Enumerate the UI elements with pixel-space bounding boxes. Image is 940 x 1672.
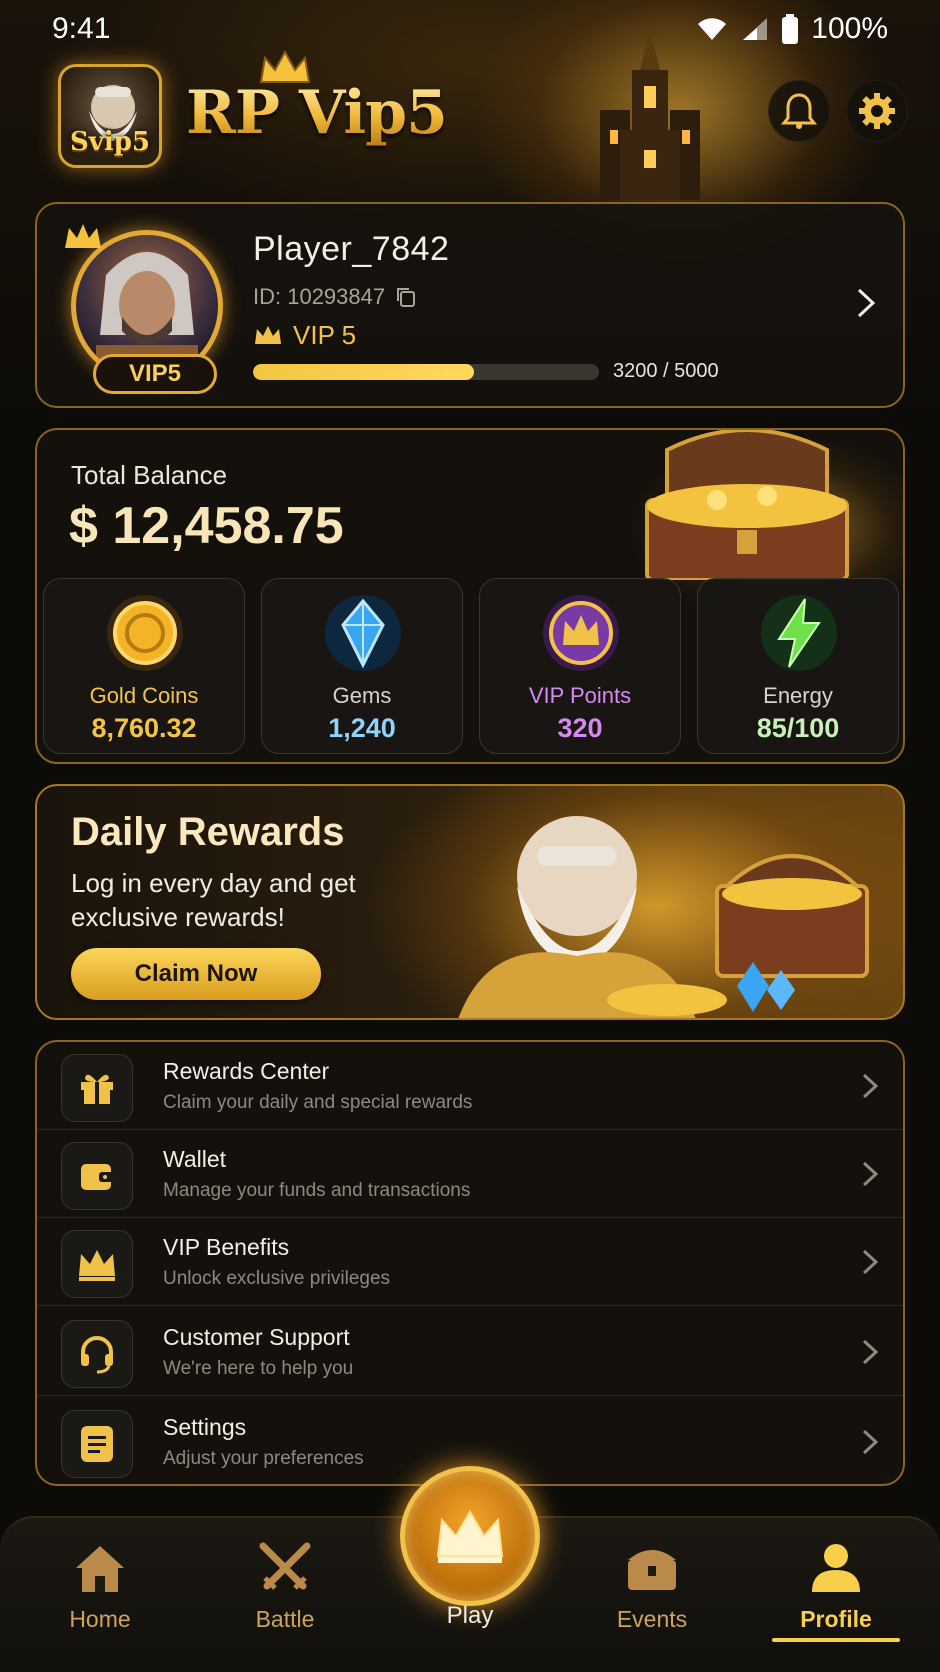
menu-subtitle: Manage your funds and transactions	[163, 1180, 471, 1201]
status-icons: 100%	[697, 12, 888, 46]
crown-icon	[436, 1510, 504, 1563]
signal-icon	[743, 18, 768, 40]
chevron-right-icon	[862, 1429, 879, 1455]
stat-label: Gold Coins	[89, 683, 199, 708]
menu-subtitle: Claim your daily and special rewards	[163, 1092, 473, 1113]
wallet-icon	[61, 1142, 133, 1210]
headset-icon	[61, 1320, 133, 1388]
menu-title: VIP Benefits	[163, 1234, 290, 1260]
chevron-right-icon	[862, 1339, 879, 1365]
vip-level: VIP 5	[253, 320, 356, 351]
chevron-right-icon	[862, 1161, 879, 1187]
menu-item-rewards-center[interactable]: Rewards Center Claim your daily and spec…	[37, 1042, 903, 1130]
stat-value: 8,760.32	[91, 713, 197, 743]
chevron-right-icon	[862, 1249, 879, 1275]
daily-rewards-subtitle: Log in every day and get exclusive rewar…	[71, 868, 356, 932]
brand-title: RP Vip5	[186, 78, 448, 148]
menu-item-vip-benefits[interactable]: VIP Benefits Unlock exclusive privileges	[37, 1218, 903, 1306]
battery-icon	[782, 14, 799, 44]
gem-icon	[325, 595, 401, 671]
profile-card[interactable]: VIP5 Player_7842 ID: 10293847 VIP 5 3200…	[35, 202, 905, 408]
vip-badge: VIP5	[93, 354, 217, 394]
document-icon	[61, 1410, 133, 1478]
avatar-crown-icon	[65, 224, 101, 248]
vip-progress-text: 3200 / 5000	[613, 360, 719, 382]
menu-list: Rewards Center Claim your daily and spec…	[35, 1040, 905, 1486]
nav-events[interactable]: Events	[582, 1538, 722, 1648]
rewards-hero-illustration	[458, 816, 869, 1018]
stat-gems[interactable]: Gems 1,240	[261, 578, 463, 754]
battery-percent: 100%	[811, 12, 888, 45]
vip-progress-fill	[253, 364, 475, 380]
nav-active-indicator	[772, 1638, 900, 1642]
menu-title: Wallet	[163, 1146, 227, 1172]
gear-icon	[859, 93, 895, 129]
status-bar: 9:41 100%	[0, 0, 940, 58]
nav-label: Home	[69, 1606, 131, 1632]
stat-label: Energy	[763, 683, 833, 708]
daily-rewards-title: Daily Rewards	[71, 810, 345, 854]
stat-label: VIP Points	[528, 683, 632, 708]
menu-item-wallet[interactable]: Wallet Manage your funds and transaction…	[37, 1130, 903, 1218]
menu-title: Settings	[163, 1414, 247, 1440]
home-icon	[76, 1546, 124, 1592]
stat-value: 320	[557, 713, 603, 743]
play-label: Play	[446, 1602, 494, 1629]
balance-card: Total Balance $ 12,458.75 Gold Coins 8,7…	[35, 428, 905, 764]
gift-icon	[61, 1054, 133, 1122]
nav-label: Battle	[255, 1606, 315, 1632]
stat-label: Gems	[332, 683, 392, 708]
wifi-icon	[698, 18, 727, 40]
stat-gold-coins[interactable]: Gold Coins 8,760.32	[43, 578, 245, 754]
menu-item-customer-support[interactable]: Customer Support We're here to help you	[37, 1308, 903, 1396]
vip-crown-icon	[543, 595, 619, 671]
nav-label: Events	[616, 1606, 688, 1632]
chevron-right-icon[interactable]	[855, 286, 877, 320]
vip-level-text: VIP 5	[293, 320, 357, 350]
player-id-text: ID: 10293847	[253, 284, 386, 309]
chevron-right-icon	[862, 1073, 879, 1099]
menu-subtitle: We're here to help you	[163, 1358, 354, 1379]
crown-icon	[255, 325, 281, 344]
balance-label: Total Balance	[71, 460, 228, 490]
balance-value: $ 12,458.75	[69, 497, 344, 555]
app-header: Svip5 RP Vip5	[0, 49, 940, 178]
nav-profile[interactable]: Profile	[766, 1538, 906, 1648]
crossed-swords-icon	[259, 1542, 311, 1590]
claim-now-button[interactable]: Claim Now	[71, 948, 321, 1000]
play-button[interactable]	[400, 1466, 540, 1606]
nav-home[interactable]: Home	[30, 1538, 170, 1648]
nav-label: Profile	[800, 1606, 872, 1632]
chest-icon	[628, 1550, 676, 1590]
stat-energy[interactable]: Energy 85/100	[697, 578, 899, 754]
bell-icon	[781, 93, 817, 129]
player-name: Player_7842	[253, 230, 450, 268]
daily-rewards-banner: Daily Rewards Log in every day and get e…	[35, 784, 905, 1020]
app-logo[interactable]: Svip5	[58, 64, 162, 168]
settings-button[interactable]	[846, 80, 908, 142]
user-icon	[812, 1544, 860, 1592]
menu-subtitle: Unlock exclusive privileges	[163, 1268, 391, 1289]
player-id: ID: 10293847	[253, 284, 417, 310]
copy-icon[interactable]	[395, 286, 417, 308]
status-time: 9:41	[52, 12, 111, 45]
stat-vip-points[interactable]: VIP Points 320	[479, 578, 681, 754]
menu-title: Rewards Center	[163, 1058, 330, 1084]
crown-icon	[61, 1230, 133, 1298]
lightning-icon	[761, 595, 837, 671]
notifications-button[interactable]	[768, 80, 830, 142]
avatar-frame: VIP5	[63, 222, 231, 394]
logo-text: Svip5	[69, 127, 151, 157]
menu-subtitle: Adjust your preferences	[163, 1448, 364, 1469]
nav-battle[interactable]: Battle	[215, 1538, 355, 1648]
stat-value: 1,240	[328, 713, 396, 743]
treasure-chest-image	[645, 430, 849, 580]
vip-progress-bar	[253, 364, 599, 380]
stat-value: 85/100	[756, 713, 840, 743]
gold-coin-icon	[107, 595, 183, 671]
menu-title: Customer Support	[163, 1324, 350, 1350]
